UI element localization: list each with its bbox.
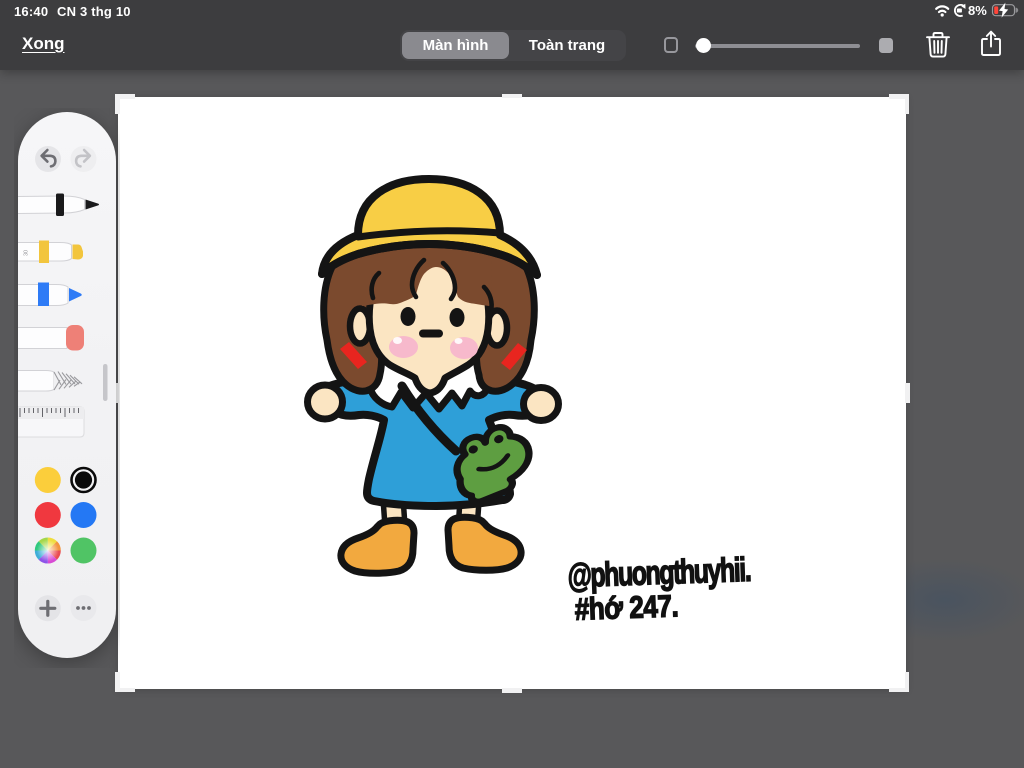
- svg-text:30: 30: [24, 250, 30, 256]
- svg-text:8%: 8%: [968, 3, 987, 18]
- svg-text:@phuongthuyhii.: @phuongthuyhii.: [567, 551, 751, 595]
- svg-text:#hớ 247.: #hớ 247.: [574, 589, 679, 627]
